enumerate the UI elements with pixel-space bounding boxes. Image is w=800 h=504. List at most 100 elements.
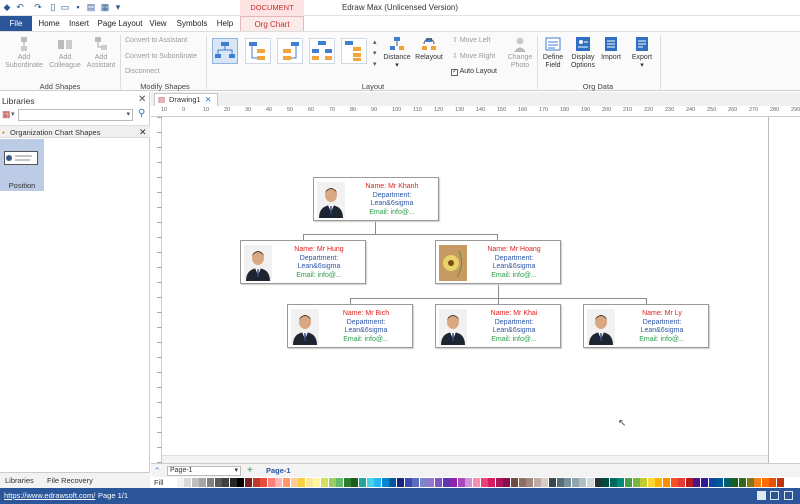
layout-gallery-scroll-up-icon[interactable]: ▴ bbox=[373, 38, 377, 46]
color-swatch[interactable] bbox=[191, 478, 199, 487]
color-swatch[interactable] bbox=[518, 478, 526, 487]
convert-to-assistant-button[interactable]: Convert to Assistant bbox=[125, 37, 187, 45]
color-swatch[interactable] bbox=[769, 478, 777, 487]
color-swatch[interactable] bbox=[503, 478, 511, 487]
view-mode-icon[interactable] bbox=[757, 491, 766, 500]
color-swatch[interactable] bbox=[290, 478, 298, 487]
tab-view[interactable]: View bbox=[147, 16, 169, 31]
search-dropdown-icon[interactable]: ▾ bbox=[126, 110, 130, 118]
color-swatch[interactable] bbox=[351, 478, 359, 487]
color-swatch[interactable] bbox=[381, 478, 389, 487]
add-colleague-button[interactable]: Add Colleague bbox=[46, 36, 84, 70]
tab-page-1[interactable]: Page-1 bbox=[266, 464, 291, 478]
color-swatch[interactable] bbox=[404, 478, 412, 487]
color-swatch[interactable] bbox=[442, 478, 450, 487]
library-menu-icon[interactable]: ▦ bbox=[2, 109, 11, 120]
color-swatch[interactable] bbox=[184, 478, 192, 487]
library-menu-dropdown-icon[interactable]: ▾ bbox=[11, 110, 15, 118]
close-icon[interactable]: ✕ bbox=[205, 94, 211, 106]
tab-help[interactable]: Help bbox=[214, 16, 236, 31]
org-chart-node[interactable]: Name: Mr Khai Department: Lean&6sigma Email… bbox=[435, 304, 561, 348]
tab-drawing1[interactable]: ▤ Drawing1 ✕ bbox=[154, 93, 218, 106]
color-swatch[interactable] bbox=[693, 478, 701, 487]
position-shape-tile[interactable]: Position bbox=[0, 139, 44, 191]
color-swatch[interactable] bbox=[199, 478, 207, 487]
distance-button[interactable]: Distance ▾ bbox=[382, 36, 412, 70]
auto-layout-checkbox[interactable]: ✓ Auto Layout bbox=[451, 68, 497, 76]
color-swatch[interactable] bbox=[625, 478, 632, 487]
color-swatch[interactable] bbox=[655, 478, 663, 487]
color-swatch[interactable] bbox=[678, 478, 686, 487]
color-swatch[interactable] bbox=[670, 478, 678, 487]
color-swatch[interactable] bbox=[777, 478, 784, 487]
color-swatch[interactable] bbox=[632, 478, 640, 487]
color-swatch[interactable] bbox=[617, 478, 625, 487]
tab-libraries[interactable]: Libraries bbox=[5, 476, 34, 485]
color-swatch[interactable] bbox=[647, 478, 655, 487]
color-swatch[interactable] bbox=[473, 478, 480, 487]
color-swatch[interactable] bbox=[663, 478, 670, 487]
color-swatch[interactable] bbox=[366, 478, 374, 487]
color-swatch[interactable] bbox=[359, 478, 366, 487]
color-swatch[interactable] bbox=[283, 478, 290, 487]
color-swatch[interactable] bbox=[275, 478, 283, 487]
color-swatch[interactable] bbox=[739, 478, 746, 487]
tab-home[interactable]: Home bbox=[36, 16, 62, 31]
convert-to-subordinate-button[interactable]: Convert to Subordinate bbox=[125, 53, 197, 61]
color-swatch[interactable] bbox=[237, 478, 245, 487]
collapse-pages-icon[interactable]: ⌃ bbox=[154, 464, 160, 478]
color-swatch[interactable] bbox=[298, 478, 306, 487]
tab-insert[interactable]: Insert bbox=[66, 16, 92, 31]
tab-file-recovery[interactable]: File Recovery bbox=[47, 476, 93, 485]
close-icon[interactable]: ✕ bbox=[138, 94, 146, 105]
color-swatch[interactable] bbox=[435, 478, 442, 487]
color-swatch[interactable] bbox=[169, 478, 176, 487]
close-icon[interactable]: ✕ bbox=[139, 126, 147, 139]
website-link[interactable]: https://www.edrawsoft.com/ bbox=[4, 488, 95, 504]
move-right-button[interactable]: ⇩ Move Right bbox=[452, 53, 495, 61]
fit-page-icon[interactable] bbox=[770, 491, 779, 500]
color-swatch[interactable] bbox=[511, 478, 518, 487]
export-button[interactable]: Export ▾ bbox=[628, 36, 656, 70]
layout-gallery-more-icon[interactable]: ▾ bbox=[373, 60, 377, 68]
page-selector[interactable]: Page-1 ▾ bbox=[167, 466, 241, 476]
horizontal-scrollbar[interactable] bbox=[162, 455, 768, 463]
library-search-input[interactable]: ▾ bbox=[18, 109, 133, 121]
color-swatch[interactable] bbox=[716, 478, 724, 487]
color-swatch[interactable] bbox=[541, 478, 549, 487]
color-swatch[interactable] bbox=[602, 478, 610, 487]
color-swatch[interactable] bbox=[746, 478, 754, 487]
add-page-icon[interactable]: + bbox=[247, 464, 253, 478]
add-subordinate-button[interactable]: Add Subordinate bbox=[4, 36, 44, 70]
color-swatch[interactable] bbox=[397, 478, 404, 487]
color-swatch[interactable] bbox=[214, 478, 222, 487]
full-screen-icon[interactable] bbox=[784, 491, 793, 500]
color-swatch[interactable] bbox=[754, 478, 762, 487]
color-swatch[interactable] bbox=[480, 478, 488, 487]
color-swatch[interactable] bbox=[723, 478, 731, 487]
search-icon[interactable]: ⚲ bbox=[138, 108, 145, 119]
change-photo-button[interactable]: Change Photo bbox=[505, 36, 535, 70]
color-swatch[interactable] bbox=[640, 478, 648, 487]
color-swatch[interactable] bbox=[579, 478, 587, 487]
define-field-button[interactable]: Define Field bbox=[540, 36, 566, 70]
relayout-button[interactable]: Relayout bbox=[412, 36, 446, 62]
color-swatch[interactable] bbox=[245, 478, 252, 487]
color-swatch[interactable] bbox=[708, 478, 716, 487]
color-swatch[interactable] bbox=[685, 478, 693, 487]
color-swatch[interactable] bbox=[389, 478, 397, 487]
move-left-button[interactable]: ⇧ Move Left bbox=[452, 37, 491, 45]
org-chart-node[interactable]: Name: Mr Hung Department: Lean&6sigma Email… bbox=[240, 240, 366, 284]
color-swatch[interactable] bbox=[701, 478, 708, 487]
drawing-canvas[interactable]: Name: Mr Khanh Department: Lean&6sigma Emai… bbox=[162, 117, 768, 463]
color-swatch[interactable] bbox=[374, 478, 382, 487]
color-swatch[interactable] bbox=[328, 478, 336, 487]
org-chart-node[interactable]: Name: Mr Bich Department: Lean&6sigma Email… bbox=[287, 304, 413, 348]
color-swatch[interactable] bbox=[533, 478, 541, 487]
color-swatch[interactable] bbox=[556, 478, 564, 487]
library-category-header[interactable]: ▪ Organization Chart Shapes ✕ bbox=[0, 125, 150, 138]
color-swatch[interactable] bbox=[457, 478, 465, 487]
color-swatch[interactable] bbox=[594, 478, 602, 487]
color-swatch[interactable] bbox=[222, 478, 230, 487]
tab-page-layout[interactable]: Page Layout bbox=[97, 16, 143, 31]
